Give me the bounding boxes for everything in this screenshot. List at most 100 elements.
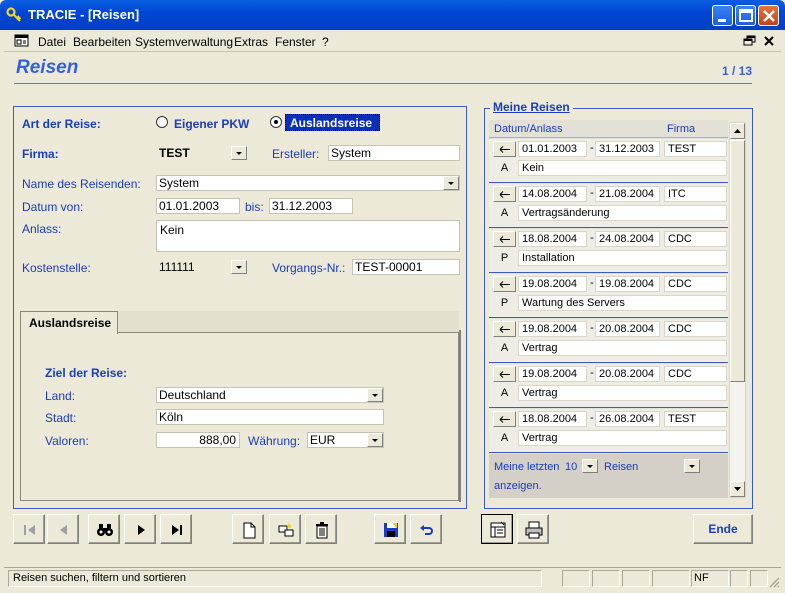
last-record-button[interactable] [160,514,192,544]
trip-row[interactable]: 18.08.2004-26.08.2004 TEST A Vertrag [489,409,728,453]
menu-bearbeiten[interactable]: Bearbeiten [73,35,131,49]
menu-systemverwaltung[interactable]: Systemverwaltung [135,35,233,49]
open-trip-button[interactable] [493,321,516,337]
chevron-down-icon [587,465,593,468]
trip-firma: CDC [664,276,727,292]
kostenstelle-select[interactable]: 111111 [156,259,248,275]
trip-row[interactable]: 18.08.2004-24.08.2004 CDC P Installation [489,229,728,273]
resize-grip-icon[interactable] [768,576,780,588]
anlass-field[interactable]: Kein [156,220,460,252]
trip-von: 18.08.2004 [518,411,587,427]
trip-anlass: Vertragsänderung [518,205,727,221]
close-button[interactable] [758,5,779,26]
status-panel-4 [652,570,690,587]
first-record-button[interactable] [13,514,45,544]
undo-button[interactable] [410,514,442,544]
land-select[interactable]: Deutschland [156,387,384,403]
prev-icon [60,525,67,535]
trip-von: 18.08.2004 [518,231,587,247]
print-button[interactable] [517,514,549,544]
prev-record-button[interactable] [47,514,79,544]
page-title: Reisen [16,57,79,78]
copy-record-button[interactable] [269,514,301,544]
firma-select[interactable]: TEST [156,145,248,161]
new-record-button[interactable] [232,514,264,544]
radio-eigener-pkw-label[interactable]: Eigener PKW [174,117,249,131]
stadt-field[interactable]: Köln [156,409,384,425]
minimize-button[interactable] [712,5,733,26]
save-button[interactable] [374,514,406,544]
printer-icon [525,521,543,539]
trip-bis: 21.08.2004 [595,186,660,202]
delete-record-button[interactable] [305,514,337,544]
menu-fenster[interactable]: Fenster [275,35,316,49]
trip-typ: A [500,387,509,399]
trip-anlass: Vertrag [518,385,727,401]
chevron-down-icon[interactable] [231,260,247,274]
trip-row[interactable]: 14.08.2004-21.08.2004 ITC A Vertragsänderun… [489,184,728,228]
sort-dropdown[interactable] [684,459,700,473]
trip-firma: CDC [664,366,727,382]
waehrung-select[interactable]: EUR [307,432,384,448]
search-button[interactable] [88,514,120,544]
trip-von: 19.08.2004 [518,321,587,337]
trip-firma: TEST [664,141,727,157]
count-dropdown[interactable] [582,459,598,473]
trip-bis: 24.08.2004 [595,231,660,247]
trip-row[interactable]: 01.01.2003-31.12.2003 TEST A Kein [489,139,728,183]
menu-help[interactable]: ? [322,35,329,49]
open-trip-button[interactable] [493,411,516,427]
chevron-down-icon[interactable] [367,433,383,447]
radio-auslandsreise-label-bg[interactable]: Auslandsreise [285,114,380,131]
scroll-up-button[interactable] [730,123,745,139]
open-trip-button[interactable] [493,366,516,382]
scroll-thumb[interactable] [730,140,745,382]
open-trip-button[interactable] [493,186,516,202]
tab-auslandsreise[interactable]: Auslandsreise [20,311,118,334]
trip-row[interactable]: 19.08.2004-20.08.2004 CDC A Vertrag [489,319,728,363]
chevron-down-icon[interactable] [367,388,383,402]
vorgang-label: Vorgangs-Nr.: [272,261,346,275]
radio-auslandsreise[interactable] [270,116,282,128]
open-trip-button[interactable] [493,141,516,157]
status-panel-nf: NF [691,570,729,587]
valoren-field[interactable]: 888,00 [156,432,240,448]
ende-button[interactable]: Ende [693,514,753,544]
open-trip-button[interactable] [493,231,516,247]
datum-von-field[interactable]: 01.01.2003 [156,198,240,214]
scroll-down-button[interactable] [730,481,745,497]
menu-extras[interactable]: Extras [234,35,268,49]
document-icon[interactable] [14,34,29,48]
trip-list-scrollbar[interactable] [729,122,746,498]
radio-eigener-pkw[interactable] [156,116,168,128]
arrow-left-icon [499,236,510,243]
col-datum-header: Datum/Anlass [494,123,563,135]
chevron-down-icon[interactable] [231,146,247,160]
undo-icon [420,525,433,535]
list-view-button[interactable] [481,514,513,544]
col-firma-header: Firma [667,123,696,135]
trip-row[interactable]: 19.08.2004-20.08.2004 CDC A Vertrag [489,364,728,408]
ziel-label: Ziel der Reise: [45,366,128,380]
next-record-button[interactable] [124,514,156,544]
maximize-button[interactable] [735,5,756,26]
arrow-left-icon [499,416,510,423]
vorgang-field[interactable]: TEST-00001 [352,259,460,275]
trip-firma: CDC [664,321,727,337]
menu-datei[interactable]: Datei [38,35,66,49]
ersteller-label: Ersteller: [272,147,320,161]
open-trip-button[interactable] [493,276,516,292]
restore-child-icon[interactable] [743,35,757,47]
trip-typ: A [500,207,509,219]
trash-icon [316,522,328,539]
close-child-icon[interactable] [763,35,775,47]
trip-row[interactable]: 19.08.2004-19.08.2004 CDC P Wartung des Ser… [489,274,728,318]
trip-typ: A [500,162,509,174]
page-counter: 1 / 13 [722,64,753,78]
tab-panel-shadow [459,330,461,502]
footer-count[interactable]: 10 [565,461,577,473]
name-select[interactable]: System [156,175,460,191]
meine-reisen-title: Meine Reisen [490,100,573,114]
datum-bis-field[interactable]: 31.12.2003 [269,198,353,214]
chevron-down-icon[interactable] [443,176,459,190]
